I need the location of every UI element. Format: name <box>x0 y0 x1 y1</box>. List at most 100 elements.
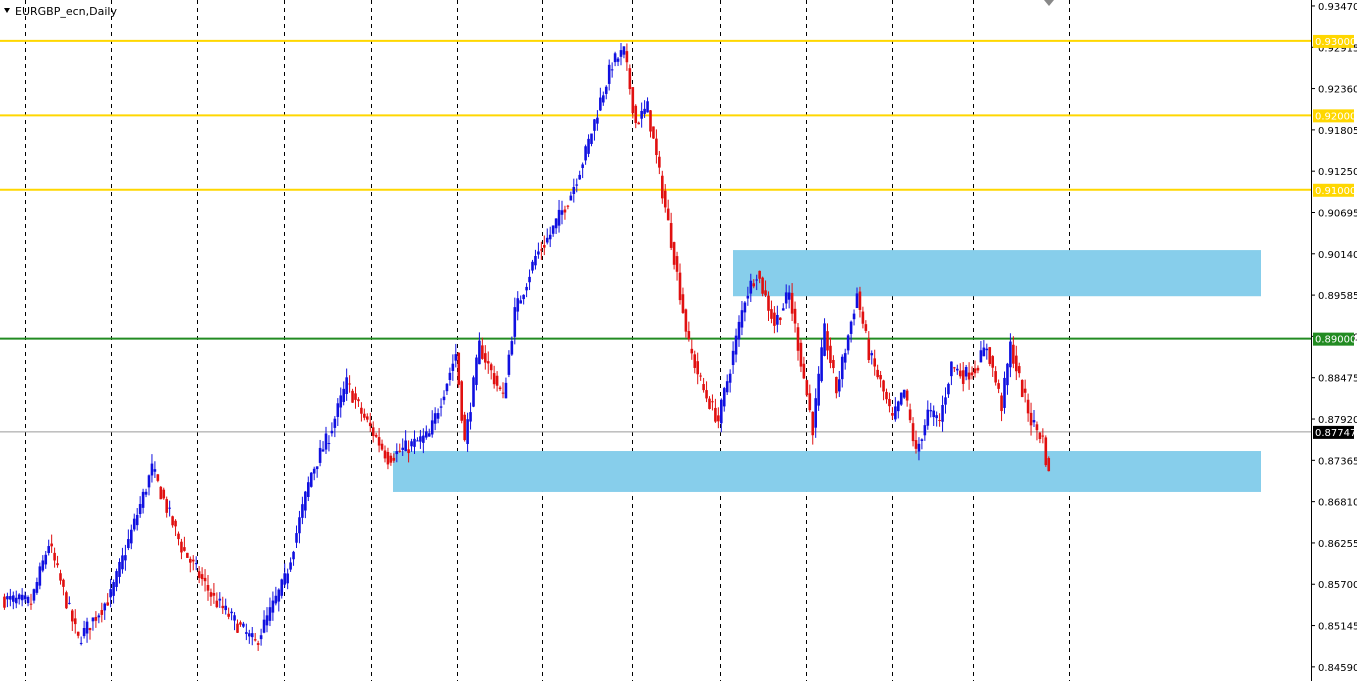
bear-candle <box>1035 424 1039 431</box>
bull-candle <box>525 286 528 291</box>
bear-candle <box>380 443 384 450</box>
bull-candle <box>545 237 549 243</box>
bear-candle <box>773 312 776 326</box>
bull-candle <box>616 58 620 62</box>
bull-candle <box>926 409 930 426</box>
bull-candle <box>82 627 86 637</box>
bear-candle <box>186 552 189 558</box>
bear-candle <box>790 292 794 314</box>
bull-candle <box>138 504 142 515</box>
bull-candle <box>118 561 121 577</box>
bull-candle <box>47 546 50 554</box>
bull-candle <box>153 469 157 472</box>
bull-candle <box>902 389 906 398</box>
bull-candle <box>97 615 101 618</box>
price-tick-label: 0.85700 <box>1318 580 1357 591</box>
bull-candle <box>327 443 331 445</box>
bull-candle <box>141 491 145 508</box>
bull-candle <box>599 97 602 111</box>
bear-candle <box>914 440 918 449</box>
bear-candle <box>177 533 180 540</box>
bear-candle <box>888 398 891 407</box>
bull-candle <box>646 101 649 113</box>
bull-candle <box>345 377 348 394</box>
bull-candle <box>454 354 458 361</box>
bull-candle <box>734 335 738 355</box>
bull-candle <box>135 514 139 526</box>
bull-candle <box>982 347 986 357</box>
bull-candle <box>944 397 947 405</box>
bull-candle <box>855 293 859 309</box>
bull-candle <box>950 361 953 377</box>
bull-candle <box>283 573 286 585</box>
bear-candle <box>227 613 230 617</box>
bear-candle <box>696 361 699 375</box>
bull-candle <box>144 491 148 495</box>
bear-candle <box>76 631 80 636</box>
price-zone <box>393 451 1261 492</box>
bear-candle <box>389 455 393 463</box>
bull-candle <box>442 396 446 401</box>
price-tick-label: 0.87920 <box>1318 415 1357 426</box>
bear-candle <box>460 381 463 421</box>
bear-candle <box>891 413 894 416</box>
bull-candle <box>121 555 124 570</box>
chart-background <box>0 0 1357 681</box>
bull-candle <box>534 256 537 266</box>
bear-candle <box>714 407 717 422</box>
bear-candle <box>655 138 658 156</box>
bull-candle <box>224 605 227 611</box>
bull-candle <box>12 595 15 602</box>
bear-candle <box>215 600 219 608</box>
bull-candle <box>602 95 605 103</box>
bear-candle <box>59 573 62 581</box>
bear-candle <box>864 324 868 331</box>
bear-candle <box>180 541 183 553</box>
bull-candle <box>301 504 304 518</box>
bull-candle <box>899 392 903 405</box>
bull-candle <box>513 307 517 337</box>
bear-candle <box>973 368 977 374</box>
bull-candle <box>528 276 531 283</box>
price-chart[interactable]: 0.934700.929150.923600.918050.912500.906… <box>0 0 1357 681</box>
bear-candle <box>1020 380 1024 398</box>
bull-candle <box>289 562 292 570</box>
bear-candle <box>100 610 104 615</box>
bull-candle <box>784 292 788 304</box>
bull-candle <box>451 363 455 371</box>
bear-candle <box>1015 355 1018 372</box>
bull-candle <box>422 435 425 443</box>
bear-candle <box>88 627 92 631</box>
bull-candle <box>917 443 921 452</box>
price-tick-label: 0.89585 <box>1318 291 1357 302</box>
bear-candle <box>938 420 941 422</box>
bull-candle <box>286 573 289 584</box>
bull-candle <box>737 321 741 340</box>
bear-candle <box>625 51 629 63</box>
bear-candle <box>366 416 369 420</box>
bear-candle <box>62 579 65 587</box>
bear-candle <box>481 345 484 359</box>
bull-candle <box>410 441 413 447</box>
bull-candle <box>26 596 30 604</box>
bull-candle <box>218 598 222 601</box>
bull-candle <box>17 594 21 600</box>
bear-candle <box>988 347 992 364</box>
bear-candle <box>770 309 773 319</box>
bull-candle <box>274 595 278 604</box>
bull-candle <box>923 425 927 436</box>
bull-candle <box>743 302 747 313</box>
bull-candle <box>309 472 313 487</box>
bear-candle <box>631 87 635 114</box>
bear-candle <box>566 205 570 207</box>
bull-candle <box>395 451 399 455</box>
bear-candle <box>357 399 360 402</box>
bull-candle <box>964 367 968 377</box>
bull-candle <box>242 623 245 627</box>
bear-candle <box>1029 412 1033 426</box>
bull-candle <box>548 234 552 240</box>
bear-candle <box>221 605 225 609</box>
bear-candle <box>383 450 387 459</box>
bear-candle <box>879 375 882 380</box>
bull-candle <box>277 589 281 602</box>
